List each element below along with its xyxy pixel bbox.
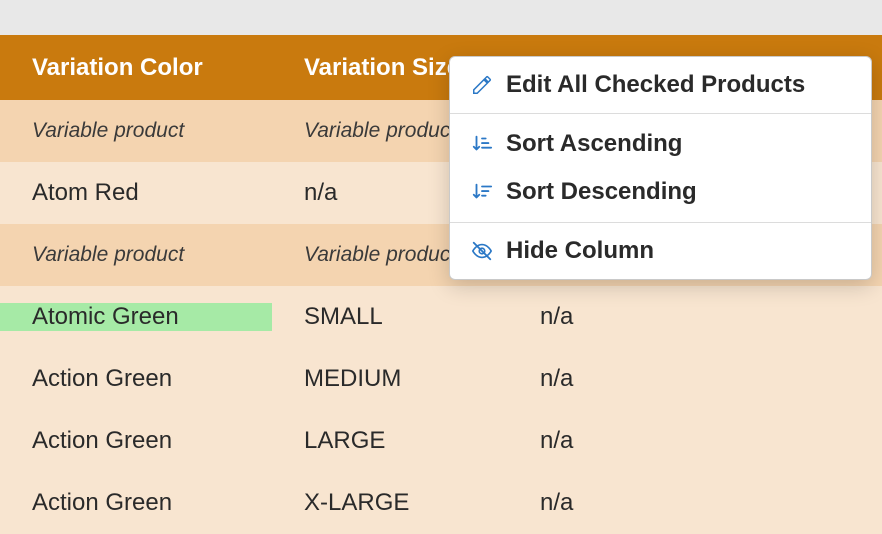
menu-edit-all-checked[interactable]: Edit All Checked Products xyxy=(450,57,871,113)
table-row[interactable]: Atomic Green SMALL n/a xyxy=(0,286,882,348)
cell-size: SMALL xyxy=(272,303,508,331)
menu-sort-ascending[interactable]: Sort Ascending xyxy=(450,120,871,168)
cell: n/a xyxy=(508,365,778,393)
header-variation-color[interactable]: Variation Color xyxy=(0,54,272,82)
cell-size: X-LARGE xyxy=(272,489,508,517)
table-row[interactable]: Action Green LARGE n/a xyxy=(0,410,882,472)
cell: n/a xyxy=(508,427,778,455)
cell-size: MEDIUM xyxy=(272,365,508,393)
cell: n/a xyxy=(508,489,778,517)
cell-color: Action Green xyxy=(0,489,272,517)
table-row[interactable]: Action Green MEDIUM n/a xyxy=(0,348,882,410)
sort-ascending-icon xyxy=(468,132,496,156)
cell-size: LARGE xyxy=(272,427,508,455)
cell-variable-product: Variable product xyxy=(0,243,272,267)
hide-icon xyxy=(468,239,496,263)
cell-color: Action Green xyxy=(0,365,272,393)
cell-color: Atom Red xyxy=(0,179,272,207)
cell-color: Action Green xyxy=(0,427,272,455)
top-gap xyxy=(0,0,882,35)
cell: n/a xyxy=(508,303,778,331)
column-context-menu: Edit All Checked Products Sort Ascending… xyxy=(449,56,872,280)
edit-icon xyxy=(468,73,496,97)
menu-sort-descending[interactable]: Sort Descending xyxy=(450,168,871,216)
table-row[interactable]: Action Green X-LARGE n/a xyxy=(0,472,882,534)
menu-label: Edit All Checked Products xyxy=(506,71,805,99)
cell-variable-product: Variable product xyxy=(0,119,272,143)
menu-label: Hide Column xyxy=(506,237,654,265)
sort-descending-icon xyxy=(468,180,496,204)
menu-label: Sort Ascending xyxy=(506,130,682,158)
menu-hide-column[interactable]: Hide Column xyxy=(450,223,871,279)
cell-color-highlighted: Atomic Green xyxy=(0,303,272,331)
menu-label: Sort Descending xyxy=(506,178,697,206)
